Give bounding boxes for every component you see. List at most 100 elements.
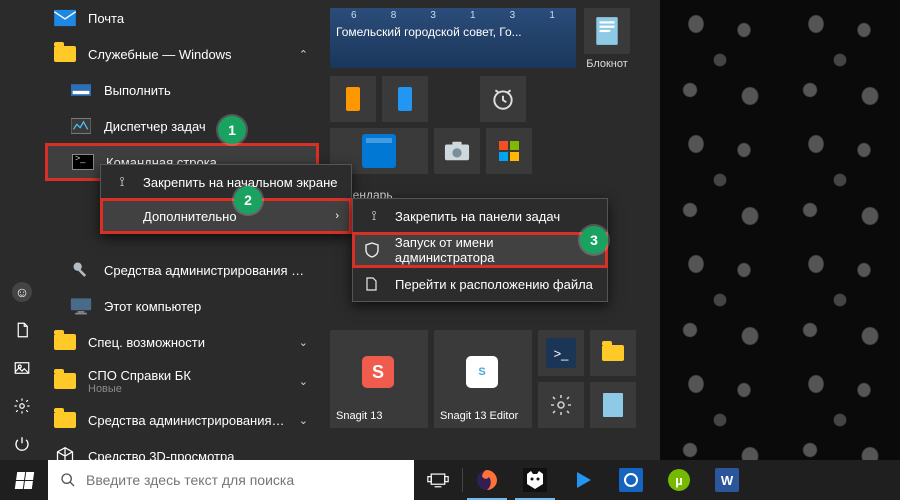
chevron-right-icon: › xyxy=(335,210,339,222)
snagit-editor-icon: S xyxy=(466,356,498,388)
applist-system-tools[interactable]: Служебные — Windows ⌃ xyxy=(44,36,320,72)
weather-temp: 8 xyxy=(391,10,397,21)
tile-snagit-editor[interactable]: S Snagit 13 Editor xyxy=(434,330,532,428)
applist-mail[interactable]: Почта xyxy=(44,0,320,36)
tile-store[interactable] xyxy=(486,128,532,174)
ctx-pin-start[interactable]: ⟟ Закрепить на начальном экране xyxy=(101,165,351,199)
weather-temp: 6 xyxy=(351,10,357,21)
context-menu-2: ⟟ Закрепить на панели задач Запуск от им… xyxy=(352,198,608,302)
cube-icon xyxy=(54,445,76,460)
applist-label: Служебные — Windows xyxy=(88,47,287,62)
chevron-up-icon: ⌃ xyxy=(299,48,308,61)
taskbar-app-disk[interactable] xyxy=(607,460,655,500)
tile-app-1[interactable] xyxy=(330,76,376,122)
weather-days: 6 8 3 1 3 1 xyxy=(330,8,576,21)
ctx-pin-taskbar[interactable]: ⟟ Закрепить на панели задач xyxy=(353,199,607,233)
applist-accessibility[interactable]: Спец. возможности ⌄ xyxy=(44,324,320,360)
annotation-badge-3: 3 xyxy=(580,226,608,254)
applist-label: Выполнить xyxy=(104,83,308,98)
wallpaper xyxy=(660,0,900,460)
applist-label: Средства администрирования W... xyxy=(88,413,287,428)
ctx-more[interactable]: Дополнительно › xyxy=(101,199,351,233)
context-menu-1: ⟟ Закрепить на начальном экране Дополнит… xyxy=(100,164,352,234)
tile-explorer[interactable] xyxy=(590,330,636,376)
tile-alarms[interactable] xyxy=(480,76,526,122)
tile-settings[interactable] xyxy=(538,382,584,428)
applist-label: Диспетчер задач xyxy=(104,119,308,134)
pc-icon xyxy=(70,295,92,317)
applist-label: Средства администрирования Win... xyxy=(104,263,308,278)
weather-temp: 1 xyxy=(470,10,476,21)
annotation-badge-2: 2 xyxy=(234,186,262,214)
chevron-down-icon: ⌄ xyxy=(299,336,308,349)
search-input[interactable] xyxy=(86,472,402,488)
ctx-open-location[interactable]: Перейти к расположению файла xyxy=(353,267,607,301)
taskbar-icons: µ W xyxy=(414,460,751,500)
tile-notepad[interactable] xyxy=(584,8,630,54)
tile-powershell[interactable]: >_ xyxy=(538,330,584,376)
taskview-button[interactable] xyxy=(414,460,462,500)
documents-icon[interactable] xyxy=(12,320,32,340)
weather-temp: 3 xyxy=(430,10,436,21)
start-rail: ☺ xyxy=(0,0,44,460)
applist-admin-tools-2[interactable]: Средства администрирования W... ⌄ xyxy=(44,402,320,438)
run-icon xyxy=(70,79,92,101)
power-icon[interactable] xyxy=(12,434,32,454)
tile-weather[interactable]: 6 8 3 1 3 1 Гомельский городской совет, … xyxy=(330,8,576,68)
taskbar-media[interactable] xyxy=(559,460,607,500)
applist-label: Спец. возможности xyxy=(88,335,287,350)
folder-icon xyxy=(54,409,76,431)
taskbar-app-cat[interactable] xyxy=(511,460,559,500)
applist-run[interactable]: Выполнить xyxy=(44,72,320,108)
applist-label: СПО Справки БК xyxy=(88,368,287,383)
ctx-run-admin[interactable]: Запуск от имени администратора xyxy=(353,233,607,267)
applist-this-pc[interactable]: Этот компьютер xyxy=(44,288,320,324)
annotation-badge-1: 1 xyxy=(218,116,246,144)
chevron-down-icon: ⌄ xyxy=(299,375,308,388)
ctx-label: Перейти к расположению файла xyxy=(395,277,593,292)
applist-label: Этот компьютер xyxy=(104,299,308,314)
pictures-icon[interactable] xyxy=(12,358,32,378)
pin-icon: ⟟ xyxy=(365,208,383,224)
settings-icon[interactable] xyxy=(12,396,32,416)
shield-icon xyxy=(365,242,383,258)
weather-temp: 3 xyxy=(510,10,516,21)
folder-icon xyxy=(602,345,624,361)
tile-camera[interactable] xyxy=(434,128,480,174)
start-button[interactable] xyxy=(0,460,48,500)
ctx-label: Запуск от имени администратора xyxy=(395,235,595,265)
snagit-icon: S xyxy=(362,356,394,388)
tile-label: Snagit 13 Editor xyxy=(440,410,526,422)
taskbar-utorrent[interactable]: µ xyxy=(655,460,703,500)
user-avatar[interactable]: ☺ xyxy=(12,282,32,302)
applist-label: Почта xyxy=(88,11,308,26)
taskbar: µ W xyxy=(0,460,900,500)
file-icon xyxy=(365,277,383,291)
applist-taskmgr[interactable]: Диспетчер задач xyxy=(44,108,320,144)
taskbar-word[interactable]: W xyxy=(703,460,751,500)
applist-label: Средство 3D-просмотра xyxy=(88,449,308,461)
mail-icon xyxy=(54,7,76,29)
ctx-label: Дополнительно xyxy=(143,209,237,224)
applist-sublabel: Новые xyxy=(88,383,287,395)
folder-icon xyxy=(54,370,76,392)
weather-temp: 1 xyxy=(549,10,555,21)
tile-snagit[interactable]: S Snagit 13 xyxy=(330,330,428,428)
search-icon xyxy=(60,472,76,488)
folder-icon xyxy=(54,43,76,65)
desktop: ☺ Почта Служебные — Windows ⌃ xyxy=(0,0,900,500)
windows-logo-icon xyxy=(14,472,33,489)
cmd-icon xyxy=(72,151,94,173)
chevron-down-icon: ⌄ xyxy=(299,414,308,427)
taskbar-firefox[interactable] xyxy=(463,460,511,500)
applist-admin-tools[interactable]: Средства администрирования Win... xyxy=(44,252,320,288)
weather-caption: Гомельский городской совет, Го... xyxy=(330,21,576,43)
admin-tools-icon xyxy=(70,259,92,281)
tile-notepad2[interactable] xyxy=(590,382,636,428)
tile-label: Snagit 13 xyxy=(336,410,422,422)
tile-app-2[interactable] xyxy=(382,76,428,122)
applist-3dviewer[interactable]: Средство 3D-просмотра xyxy=(44,438,320,460)
applist-spo[interactable]: СПО Справки БК Новые ⌄ xyxy=(44,360,320,402)
taskbar-search[interactable] xyxy=(48,460,414,500)
pin-icon: ⟟ xyxy=(113,174,131,190)
